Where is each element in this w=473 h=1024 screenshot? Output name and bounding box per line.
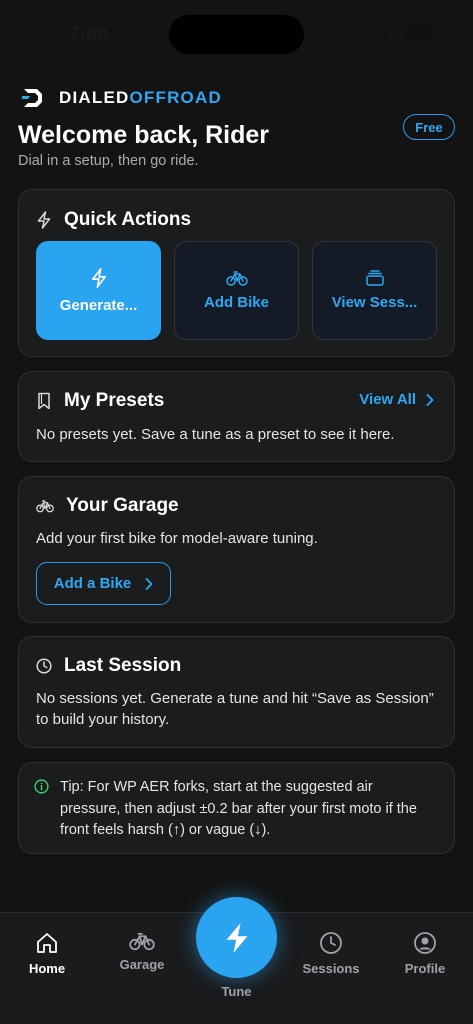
last-session-text: No sessions yet. Generate a tune and hit… [36, 690, 434, 728]
clock-icon [320, 932, 342, 954]
chevron-right-icon [426, 393, 434, 406]
plan-badge[interactable]: Free [403, 114, 455, 140]
presets-title: My Presets [64, 390, 165, 411]
stack-icon [365, 270, 384, 286]
last-session-header: Last Session [36, 655, 181, 677]
tab-home-label: Home [28, 961, 66, 976]
brand-name: DIALEDOFFROAD [59, 88, 222, 108]
garage-header: Your Garage [36, 495, 179, 517]
tab-profile[interactable]: Profile [385, 931, 465, 976]
view-all-presets-link[interactable]: View All [359, 391, 434, 408]
info-icon [34, 779, 49, 794]
home-icon [37, 933, 57, 953]
add-bike-quick-button[interactable]: Add Bike [174, 241, 299, 340]
profile-icon [414, 932, 436, 954]
presets-empty-text: No presets yet. Save a tune as a preset … [36, 426, 395, 443]
last-session-card: Last Session No sessions yet. Generate a… [18, 636, 455, 748]
tab-garage[interactable]: Garage [102, 931, 182, 972]
add-a-bike-button[interactable]: Add a Bike [36, 562, 171, 605]
clock-icon [36, 658, 52, 674]
tip-text: Tip: For WP AER forks, start at the sugg… [60, 779, 417, 838]
view-sessions-label: View Sess... [331, 294, 418, 311]
brand: DIALEDOFFROAD [21, 86, 222, 110]
status-time: 7:00 [68, 24, 109, 46]
brand-name-part1: DIALED [59, 88, 130, 107]
tab-tune-label: Tune [221, 984, 252, 999]
wifi-icon [375, 24, 395, 38]
bolt-icon [37, 211, 51, 229]
garage-card: Your Garage Add your first bike for mode… [18, 476, 455, 623]
tab-sessions-label: Sessions [302, 961, 360, 976]
chevron-right-icon [145, 577, 153, 590]
tip-card: Tip: For WP AER forks, start at the sugg… [18, 762, 455, 854]
dynamic-island [169, 15, 304, 54]
bike-icon [36, 500, 54, 513]
garage-title: Your Garage [66, 495, 179, 516]
bike-icon [225, 271, 248, 286]
view-sessions-button[interactable]: View Sess... [312, 241, 437, 340]
generate-tune-label: Generate... [59, 297, 138, 314]
tab-sessions[interactable]: Sessions [291, 931, 371, 976]
bike-icon [129, 933, 155, 951]
home-screen: 7:00 DIALEDOFFROAD Welcome back, Rider D… [0, 0, 473, 1024]
quick-actions-title: Quick Actions [64, 209, 192, 230]
bolt-icon [226, 922, 247, 953]
welcome-subtitle: Dial in a setup, then go ride. [18, 153, 199, 169]
bookmark-icon [38, 392, 50, 410]
last-session-title: Last Session [64, 655, 182, 676]
brand-logo-icon [22, 89, 42, 107]
quick-actions-header: Quick Actions [36, 209, 191, 231]
add-a-bike-label: Add a Bike [53, 575, 132, 592]
add-bike-label: Add Bike [203, 294, 269, 311]
presets-header: My Presets [36, 390, 164, 412]
brand-name-part2: OFFROAD [129, 88, 222, 107]
battery-icon [405, 25, 433, 38]
tab-garage-label: Garage [119, 957, 165, 972]
quick-actions-card: Quick Actions Generate... Add Bike View … [18, 189, 455, 357]
generate-tune-button[interactable]: Generate... [36, 241, 161, 340]
view-all-label: View All [359, 391, 416, 408]
tab-profile-label: Profile [404, 961, 446, 976]
status-icons [375, 24, 433, 39]
bolt-icon [91, 268, 106, 288]
garage-text: Add your first bike for model-aware tuni… [36, 530, 318, 547]
tune-button[interactable] [196, 897, 277, 978]
presets-card: My Presets View All No presets yet. Save… [18, 371, 455, 462]
status-bar: 7:00 [0, 0, 473, 70]
tab-home[interactable]: Home [7, 931, 87, 976]
welcome-title: Welcome back, Rider [18, 121, 270, 149]
